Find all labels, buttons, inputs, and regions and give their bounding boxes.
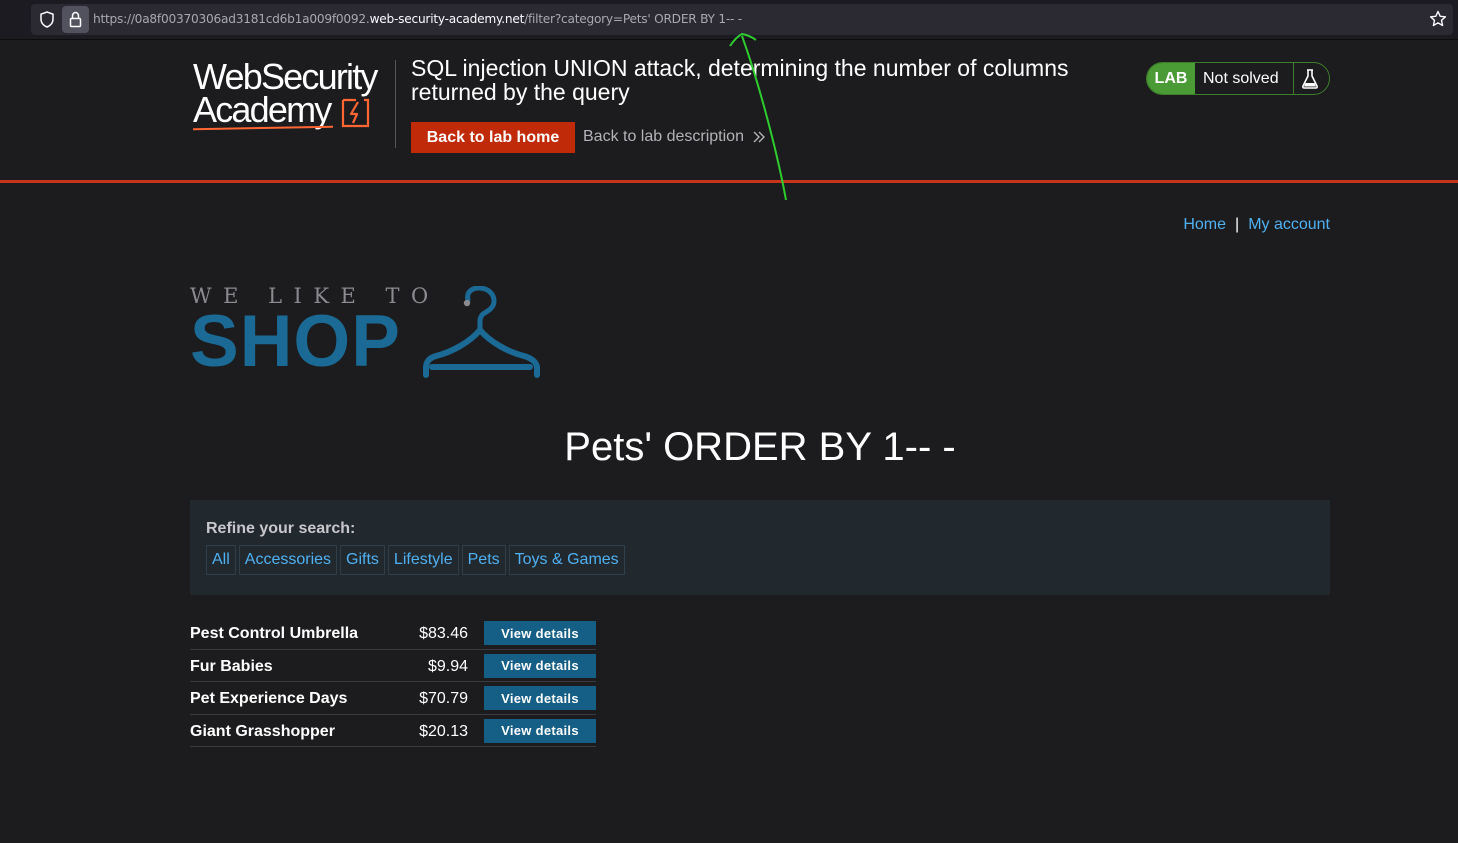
product-price: $9.94 [427, 657, 468, 675]
table-row: Fur Babies $9.94 View details [190, 650, 596, 682]
view-details-button[interactable]: View details [484, 718, 596, 743]
table-row: Pest Control Umbrella $83.46 View detail… [190, 617, 596, 650]
product-price: $83.46 [419, 625, 468, 642]
flask-icon [1302, 69, 1318, 89]
back-to-lab-home-button[interactable]: Back to lab home [411, 122, 575, 153]
view-details-button[interactable]: View details [484, 621, 596, 645]
product-name: Fur Babies [190, 657, 273, 675]
product-price: $70.79 [419, 690, 468, 707]
view-details-button[interactable]: View details [484, 653, 596, 678]
category-filter-gifts[interactable]: Gifts [340, 545, 385, 575]
shield-icon[interactable] [39, 11, 55, 28]
lab-status-text: Not solved [1203, 70, 1279, 87]
table-row: Giant Grasshopper $20.13 View details [190, 715, 596, 747]
lab-badge: LAB [1147, 63, 1195, 94]
category-filter-toys-games[interactable]: Toys & Games [508, 545, 625, 575]
top-nav: Home | My account [1183, 216, 1330, 234]
url-text[interactable]: https://0a8f00370306ad3181cd6b1a009f0092… [93, 12, 742, 26]
filter-label: Refine your search: [206, 520, 356, 537]
product-name: Pet Experience Days [190, 690, 348, 707]
view-details-button[interactable]: View details [484, 686, 596, 710]
header-divider [395, 60, 396, 148]
nav-my-account-link[interactable]: My account [1248, 216, 1330, 233]
status-divider [1293, 63, 1294, 94]
category-filter-lifestyle[interactable]: Lifestyle [387, 545, 459, 575]
category-filter-all[interactable]: All [206, 545, 236, 575]
lightning-bolt-icon [341, 98, 370, 128]
product-price: $20.13 [419, 722, 468, 740]
table-row: Pet Experience Days $70.79 View details [190, 682, 596, 715]
lab-status-widget: LAB Not solved [1146, 62, 1330, 95]
hanger-icon [423, 286, 540, 378]
product-name: Giant Grasshopper [190, 722, 335, 740]
url-prefix: https://0a8f00370306ad3181cd6b1a009f0092… [93, 12, 370, 26]
page-title: Pets' ORDER BY 1-- - [564, 425, 956, 469]
filter-panel: Refine your search: All Accessories Gift… [190, 500, 1330, 595]
nav-separator: | [1235, 216, 1240, 233]
product-name: Pest Control Umbrella [190, 625, 359, 642]
web-security-academy-logo[interactable]: WebSecurity Academy [192, 59, 378, 131]
url-path: /filter?category=Pets' ORDER BY 1-- - [524, 12, 742, 26]
category-filter-accessories[interactable]: Accessories [238, 545, 338, 575]
shop-logo: WE LIKE TO SHOP [190, 284, 540, 382]
nav-home-link[interactable]: Home [1183, 216, 1226, 233]
category-filters: All Accessories Gifts Lifestyle Pets Toy… [206, 545, 625, 575]
bookmark-star-icon[interactable] [1429, 10, 1447, 28]
annotation-arrow-icon [729, 32, 787, 201]
shop-word: SHOP [190, 301, 401, 382]
lock-icon[interactable] [62, 6, 89, 33]
category-filter-pets[interactable]: Pets [461, 545, 506, 575]
product-table: Pest Control Umbrella $83.46 View detail… [190, 617, 596, 747]
url-host: web-security-academy.net [369, 12, 525, 26]
